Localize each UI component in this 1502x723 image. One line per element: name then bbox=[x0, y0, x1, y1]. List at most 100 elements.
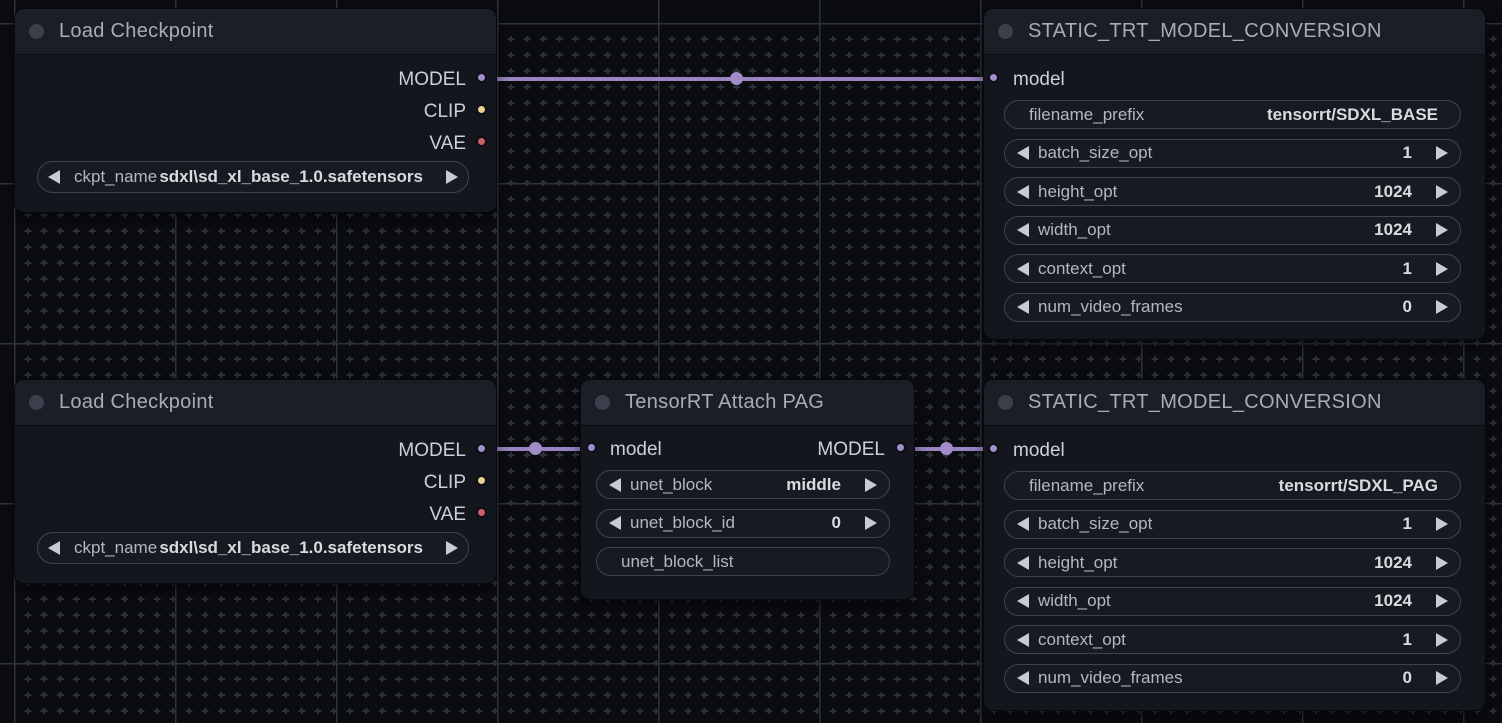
node-graph-canvas[interactable]: Load Checkpoint MODEL CLIP VAE ckpt_name… bbox=[0, 0, 1502, 723]
widget-filename-prefix[interactable]: filename_prefix tensorrt/SDXL_PAG bbox=[1004, 471, 1461, 500]
decrement-arrow-icon[interactable] bbox=[1017, 262, 1029, 276]
widget-batch-size-opt[interactable]: batch_size_opt 1 bbox=[1004, 139, 1461, 168]
widget-unet-block-id[interactable]: unet_block_id 0 bbox=[596, 509, 890, 538]
increment-arrow-icon[interactable] bbox=[1436, 146, 1448, 160]
widget-num-video-frames[interactable]: num_video_frames 0 bbox=[1004, 293, 1461, 322]
output-port-vae[interactable] bbox=[476, 507, 487, 518]
node-title-bar[interactable]: Load Checkpoint bbox=[15, 380, 496, 426]
collapse-dot-icon[interactable] bbox=[595, 395, 610, 410]
node-title: STATIC_TRT_MODEL_CONVERSION bbox=[1028, 20, 1382, 43]
collapse-dot-icon[interactable] bbox=[998, 24, 1013, 39]
reroute-dot[interactable] bbox=[529, 442, 542, 455]
node-title: STATIC_TRT_MODEL_CONVERSION bbox=[1028, 391, 1382, 414]
widget-context-opt[interactable]: context_opt 1 bbox=[1004, 254, 1461, 283]
decrement-arrow-icon[interactable] bbox=[609, 516, 621, 530]
reroute-dot[interactable] bbox=[940, 442, 953, 455]
node-title-bar[interactable]: Load Checkpoint bbox=[15, 9, 496, 55]
node-static-trt-conversion-2[interactable]: STATIC_TRT_MODEL_CONVERSION model filena… bbox=[983, 379, 1486, 711]
output-port-clip[interactable] bbox=[476, 104, 487, 115]
input-label-model: model bbox=[610, 434, 662, 466]
decrement-arrow-icon[interactable] bbox=[609, 478, 621, 492]
widget-value: tensorrt/SDXL_BASE bbox=[1267, 105, 1438, 125]
increment-arrow-icon[interactable] bbox=[1436, 633, 1448, 647]
node-title-bar[interactable]: TensorRT Attach PAG bbox=[581, 380, 914, 426]
input-port-model[interactable] bbox=[988, 443, 999, 454]
increment-arrow-icon[interactable] bbox=[1436, 671, 1448, 685]
widget-value: 1024 bbox=[1374, 591, 1412, 611]
widget-label: filename_prefix bbox=[1029, 105, 1144, 125]
widget-ckpt-name[interactable]: ckpt_name sdxl\sd_xl_base_1.0.safetensor… bbox=[37, 532, 469, 564]
widget-label: batch_size_opt bbox=[1038, 143, 1152, 163]
widget-value: 1 bbox=[1403, 143, 1412, 163]
widget-height-opt[interactable]: height_opt 1024 bbox=[1004, 548, 1461, 577]
widget-value: sdxl\sd_xl_base_1.0.safetensors bbox=[159, 538, 423, 558]
node-title-bar[interactable]: STATIC_TRT_MODEL_CONVERSION bbox=[984, 9, 1485, 55]
collapse-dot-icon[interactable] bbox=[29, 395, 44, 410]
increment-arrow-icon[interactable] bbox=[1436, 556, 1448, 570]
increment-arrow-icon[interactable] bbox=[865, 516, 877, 530]
node-title: Load Checkpoint bbox=[59, 20, 214, 43]
collapse-dot-icon[interactable] bbox=[29, 24, 44, 39]
widget-label: filename_prefix bbox=[1029, 476, 1144, 496]
increment-arrow-icon[interactable] bbox=[1436, 185, 1448, 199]
node-load-checkpoint-1[interactable]: Load Checkpoint MODEL CLIP VAE ckpt_name… bbox=[14, 8, 497, 213]
output-port-vae[interactable] bbox=[476, 136, 487, 147]
increment-arrow-icon[interactable] bbox=[446, 170, 458, 184]
decrement-arrow-icon[interactable] bbox=[1017, 633, 1029, 647]
widget-width-opt[interactable]: width_opt 1024 bbox=[1004, 216, 1461, 245]
widget-label: ckpt_name bbox=[74, 167, 157, 187]
increment-arrow-icon[interactable] bbox=[1436, 517, 1448, 531]
node-title-bar[interactable]: STATIC_TRT_MODEL_CONVERSION bbox=[984, 380, 1485, 426]
widget-filename-prefix[interactable]: filename_prefix tensorrt/SDXL_BASE bbox=[1004, 100, 1461, 129]
widget-value: 1 bbox=[1403, 630, 1412, 650]
widget-value: tensorrt/SDXL_PAG bbox=[1279, 476, 1438, 496]
decrement-arrow-icon[interactable] bbox=[1017, 671, 1029, 685]
decrement-arrow-icon[interactable] bbox=[1017, 223, 1029, 237]
widget-context-opt[interactable]: context_opt 1 bbox=[1004, 625, 1461, 654]
widget-label: context_opt bbox=[1038, 630, 1126, 650]
widget-num-video-frames[interactable]: num_video_frames 0 bbox=[1004, 664, 1461, 693]
output-port-clip[interactable] bbox=[476, 475, 487, 486]
widget-unet-block-list[interactable]: unet_block_list bbox=[596, 547, 890, 576]
output-port-model[interactable] bbox=[476, 443, 487, 454]
widget-label: unet_block_list bbox=[621, 552, 733, 572]
output-label-model: MODEL bbox=[398, 435, 466, 467]
decrement-arrow-icon[interactable] bbox=[1017, 300, 1029, 314]
increment-arrow-icon[interactable] bbox=[865, 478, 877, 492]
widget-value: 1024 bbox=[1374, 182, 1412, 202]
output-label-clip: CLIP bbox=[424, 467, 466, 499]
output-port-model[interactable] bbox=[476, 72, 487, 83]
widget-unet-block[interactable]: unet_block middle bbox=[596, 470, 890, 499]
widget-label: width_opt bbox=[1038, 220, 1111, 240]
node-tensorrt-attach-pag[interactable]: TensorRT Attach PAG model MODEL unet_blo… bbox=[580, 379, 915, 600]
input-label-model: model bbox=[1013, 64, 1065, 96]
increment-arrow-icon[interactable] bbox=[1436, 594, 1448, 608]
decrement-arrow-icon[interactable] bbox=[1017, 517, 1029, 531]
node-static-trt-conversion-1[interactable]: STATIC_TRT_MODEL_CONVERSION model filena… bbox=[983, 8, 1486, 340]
widget-value: sdxl\sd_xl_base_1.0.safetensors bbox=[159, 167, 423, 187]
widget-label: context_opt bbox=[1038, 259, 1126, 279]
decrement-arrow-icon[interactable] bbox=[1017, 556, 1029, 570]
input-port-model[interactable] bbox=[988, 72, 999, 83]
node-load-checkpoint-2[interactable]: Load Checkpoint MODEL CLIP VAE ckpt_name… bbox=[14, 379, 497, 584]
increment-arrow-icon[interactable] bbox=[446, 541, 458, 555]
increment-arrow-icon[interactable] bbox=[1436, 223, 1448, 237]
decrement-arrow-icon[interactable] bbox=[1017, 146, 1029, 160]
increment-arrow-icon[interactable] bbox=[1436, 300, 1448, 314]
widget-height-opt[interactable]: height_opt 1024 bbox=[1004, 177, 1461, 206]
widget-value: 0 bbox=[1403, 297, 1412, 317]
collapse-dot-icon[interactable] bbox=[998, 395, 1013, 410]
decrement-arrow-icon[interactable] bbox=[48, 541, 60, 555]
output-port-model[interactable] bbox=[895, 442, 906, 453]
input-port-model[interactable] bbox=[586, 442, 597, 453]
decrement-arrow-icon[interactable] bbox=[48, 170, 60, 184]
widget-label: width_opt bbox=[1038, 591, 1111, 611]
decrement-arrow-icon[interactable] bbox=[1017, 594, 1029, 608]
reroute-dot[interactable] bbox=[730, 72, 743, 85]
widget-ckpt-name[interactable]: ckpt_name sdxl\sd_xl_base_1.0.safetensor… bbox=[37, 161, 469, 193]
decrement-arrow-icon[interactable] bbox=[1017, 185, 1029, 199]
increment-arrow-icon[interactable] bbox=[1436, 262, 1448, 276]
widget-width-opt[interactable]: width_opt 1024 bbox=[1004, 587, 1461, 616]
widget-batch-size-opt[interactable]: batch_size_opt 1 bbox=[1004, 510, 1461, 539]
output-label-model: MODEL bbox=[398, 64, 466, 96]
